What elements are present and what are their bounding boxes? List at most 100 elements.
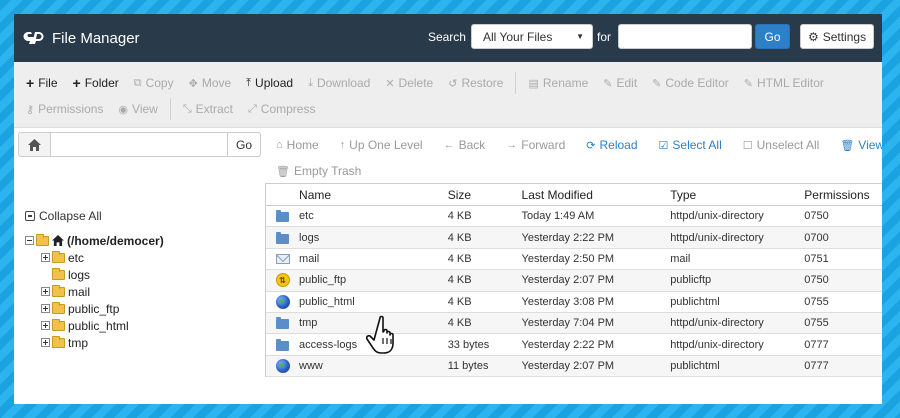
view-trash-button[interactable]: 🗑View Trash [840,138,882,152]
new-folder-button[interactable]: + Folder [73,75,119,91]
tree-root[interactable]: (/home/democer) [25,232,164,249]
file-size: 4 KB [447,317,472,330]
column-header-modified[interactable]: Last Modified [522,188,671,202]
globe-icon [275,294,290,309]
navigation-bar: ⌂ Home ↑ Up One Level ← Back → Forward ⟳ Reload ☑ S… [272,128,882,184]
rename-button-label: Rename [542,76,589,90]
search-scope-select[interactable]: All Your Files ▼ [470,24,593,49]
expand-toggle-icon[interactable] [41,321,50,330]
file-name: mail [299,252,320,265]
nav-row-1: ⌂ Home ↑ Up One Level ← Back → Forward ⟳ Reload ☑ S… [276,132,882,158]
settings-button[interactable]: ⚙ Settings [800,24,874,49]
collapse-all-link[interactable]: Collapse All [25,209,102,223]
table-row[interactable]: access-logs 33 bytes Yesterday 2:22 PM http… [266,334,882,356]
column-header-name[interactable]: Name [299,188,448,202]
compress-button[interactable]: ⤢ Compress [248,102,316,116]
path-home-button[interactable] [18,132,50,157]
copy-button[interactable]: ⧉ Copy [134,76,174,90]
column-header-size[interactable]: Size [448,188,522,202]
table-row[interactable]: www 11 bytes Yesterday 2:07 PM publichtml 07… [266,355,882,378]
delete-button[interactable]: ✕ Delete [385,76,433,90]
table-body: etc 4 KB Today 1:49 AM httpd/unix-directory… [266,206,882,378]
home-icon [52,235,64,246]
nav-home-button[interactable]: ⌂ Home [276,138,319,152]
expand-toggle-icon[interactable] [41,338,50,347]
search-input[interactable] [618,24,752,49]
back-button[interactable]: ← Back [444,138,486,152]
nav-home-icon: ⌂ [276,139,283,151]
rename-icon: ▤ [528,77,539,90]
select-all-button[interactable]: ☑ Select All [659,138,722,152]
edit-button[interactable]: ✎ Edit [603,76,637,90]
unselect-all-button[interactable]: ☐ Unselect All [743,138,820,152]
up-one-level-button[interactable]: ↑ Up One Level [340,138,423,152]
tree-item[interactable]: logs [25,266,164,283]
path-input[interactable] [50,132,228,157]
reload-button[interactable]: ⟳ Reload [586,138,637,152]
tree-root-label: (/home/democer) [67,233,164,248]
empty-trash-icon: 🗑 [276,165,290,178]
tree-item[interactable]: tmp [25,334,164,351]
file-modified: Yesterday 3:08 PM [521,295,615,308]
view-button-label: View [132,102,158,116]
permissions-button[interactable]: ⚷ Permissions [26,102,103,116]
upload-icon: ⤒ [246,76,252,89]
html-editor-button[interactable]: ✎ HTML Editor [744,76,824,90]
file-type: mail [670,252,691,265]
table-row[interactable]: etc 4 KB Today 1:49 AM httpd/unix-directory… [266,206,882,228]
forward-button[interactable]: → Forward [506,138,565,152]
extract-button-label: Extract [195,102,233,116]
table-row[interactable]: ⇅ public_ftp 4 KB Yesterday 2:07 PM publicft… [266,270,882,292]
download-button[interactable]: ⤓ Download [308,76,370,90]
file-permissions: 0755 [804,317,829,330]
caret-down-icon: ▼ [576,32,584,41]
expand-toggle-icon[interactable] [41,304,50,313]
tree-item[interactable]: mail [25,283,164,300]
tree-item-label: public_ftp [68,301,120,316]
search-go-button[interactable]: Go [755,24,790,49]
compress-button-label: Compress [260,102,316,116]
table-row[interactable]: logs 4 KB Yesterday 2:22 PM httpd/unix-dire… [266,227,882,249]
tree-item[interactable]: etc [25,249,164,266]
file-modified: Yesterday 2:22 PM [521,231,615,244]
new-file-icon: + [26,75,35,91]
code-editor-icon: ✎ [652,77,662,90]
file-table: Name Size Last Modified Type Permissions… [265,183,882,378]
folder-icon [276,210,290,223]
header-bar: File Manager Search All Your Files ▼ for… [14,14,882,62]
file-size: 11 bytes [447,359,489,372]
tree-item[interactable]: public_ftp [25,300,164,317]
file-size: 4 KB [447,210,472,223]
directory-tree-panel: Go Collapse All (/home/democer) etc logs m… [14,128,264,404]
expand-toggle-icon[interactable] [41,253,50,262]
restore-button[interactable]: ↺ Restore [448,76,503,90]
file-modified: Yesterday 2:07 PM [521,274,615,287]
new-file-button[interactable]: + File [26,75,58,91]
column-header-permissions[interactable]: Permissions [804,188,882,202]
home-icon [28,138,41,151]
file-permissions: 0750 [804,210,829,223]
empty-trash-button[interactable]: 🗑 Empty Trash [276,164,361,178]
gear-icon: ⚙ [807,29,819,44]
view-button[interactable]: ◉ View [118,102,157,116]
extract-button[interactable]: ⤡ Extract [183,102,233,116]
toolbar-row-1: + File + Folder ⧉ Copy ✥ Move ⤒ Upload ⤓ Download ✕ D… [26,70,872,96]
hand-cursor-icon [366,315,394,354]
nav-home-button-label: Home [286,138,319,152]
tree-children: etc logs mail public_ftp public_html tmp [25,249,164,351]
upload-button[interactable]: ⤒ Upload [246,76,293,90]
expand-toggle-icon[interactable] [41,287,50,296]
move-button[interactable]: ✥ Move [189,76,232,90]
table-row[interactable]: tmp 4 KB Yesterday 7:04 PM httpd/unix-direc… [266,312,882,335]
code-editor-button[interactable]: ✎ Code Editor [652,76,729,90]
table-row[interactable]: public_html 4 KB Yesterday 3:08 PM publicht… [266,292,882,313]
unselect-all-icon: ☐ [742,139,753,152]
column-header-type[interactable]: Type [670,188,804,202]
rename-button[interactable]: ▤ Rename [528,76,588,90]
tree-item[interactable]: public_html [25,317,164,334]
collapse-toggle-icon[interactable] [25,236,34,245]
path-go-button[interactable]: Go [228,132,261,157]
table-row[interactable]: mail 4 KB Yesterday 2:50 PM mail 0751 [266,249,882,271]
upload-button-label: Upload [255,76,294,90]
toolbar-separator [515,72,517,94]
